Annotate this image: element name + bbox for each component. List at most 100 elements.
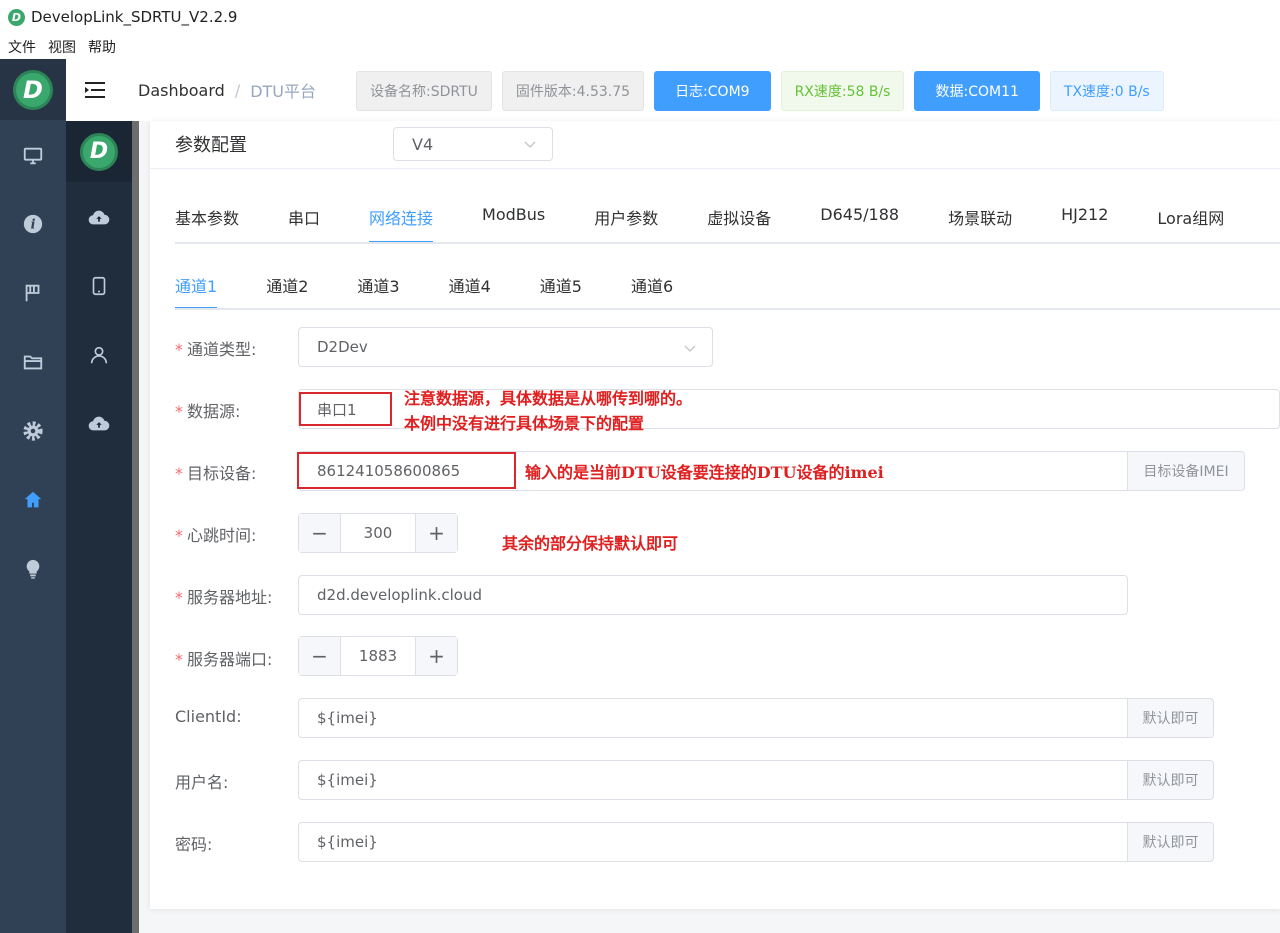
- sidebar-secondary-logo: D: [66, 121, 132, 182]
- server-port-increment-button[interactable]: +: [415, 637, 457, 675]
- server-address-input[interactable]: d2d.developlink.cloud: [298, 575, 1128, 615]
- cloud-upload-icon: [88, 416, 110, 431]
- client-id-append: 默认即可: [1128, 698, 1214, 738]
- firmware-version-tag: 固件版本:4.53.75: [501, 71, 645, 111]
- heartbeat-decrement-button[interactable]: −: [299, 514, 341, 552]
- channel-tabs: 通道1 通道2 通道3 通道4 通道5 通道6: [175, 273, 673, 309]
- flag-icon: [25, 284, 40, 302]
- sidebar-secondary-item-upload[interactable]: [66, 198, 132, 238]
- breadcrumb-home[interactable]: Dashboard: [138, 81, 225, 100]
- tab-channel-5[interactable]: 通道5: [540, 273, 582, 307]
- username-append: 默认即可: [1128, 760, 1214, 800]
- page-title: 参数配置: [175, 135, 247, 156]
- sidebar-item-flag[interactable]: [0, 273, 66, 313]
- menu-view[interactable]: 视图: [48, 37, 76, 57]
- tab-network[interactable]: 网络连接: [369, 205, 434, 243]
- breadcrumb-current: DTU平台: [250, 82, 317, 101]
- highlight-box: [299, 392, 392, 426]
- bulb-icon: [26, 559, 40, 579]
- tab-d645[interactable]: D645/188: [820, 205, 899, 241]
- tab-modbus[interactable]: ModBus: [482, 205, 545, 241]
- client-id-label: ClientId:: [175, 707, 242, 726]
- server-port-decrement-button[interactable]: −: [299, 637, 341, 675]
- sidebar-secondary-item-upload-2[interactable]: [66, 404, 132, 444]
- heartbeat-stepper: − 300 +: [298, 513, 458, 553]
- heartbeat-increment-button[interactable]: +: [415, 514, 457, 552]
- chevron-down-icon: [524, 141, 536, 148]
- channel-type-select[interactable]: D2Dev: [298, 327, 713, 367]
- annotation-rest-default: 其余的部分保持默认即可: [502, 534, 679, 553]
- sidebar-item-monitor[interactable]: [0, 136, 66, 176]
- tab-serial[interactable]: 串口: [288, 205, 320, 241]
- data-port-button[interactable]: 数据:COM11: [914, 71, 1040, 111]
- data-source-label: * 数据源:: [175, 402, 241, 421]
- status-tags: 设备名称:SDRTU 固件版本:4.53.75 日志:COM9 RX速度:58 …: [356, 71, 1164, 111]
- tab-channel-1[interactable]: 通道1: [175, 273, 218, 309]
- home-icon: [24, 491, 42, 508]
- password-value: ${imei}: [317, 833, 378, 851]
- server-address-value: d2d.developlink.cloud: [317, 586, 482, 604]
- tab-channel-3[interactable]: 通道3: [357, 273, 399, 307]
- password-label: 密码:: [175, 835, 213, 854]
- menubar: 文件 视图 帮助: [0, 34, 1280, 59]
- server-address-label: * 服务器地址:: [175, 588, 273, 607]
- client-id-value: ${imei}: [317, 709, 378, 727]
- tab-hj212[interactable]: HJ212: [1061, 205, 1108, 241]
- tab-channel-6[interactable]: 通道6: [631, 273, 673, 307]
- log-port-button[interactable]: 日志:COM9: [654, 71, 771, 111]
- version-select-value: V4: [412, 134, 434, 154]
- app-logo-icon: D: [8, 8, 25, 26]
- cloud-upload-icon: [88, 210, 110, 225]
- tab-channel-4[interactable]: 通道4: [449, 273, 491, 307]
- tab-basic[interactable]: 基本参数: [175, 205, 239, 241]
- annotation-data-source-1: 注意数据源，具体数据是从哪传到哪的。: [404, 389, 693, 408]
- highlight-box: [297, 452, 516, 489]
- heartbeat-value[interactable]: 300: [341, 514, 415, 552]
- sidebar-secondary: D: [66, 121, 132, 933]
- sidebar-logo: D: [0, 59, 66, 120]
- tab-lora[interactable]: Lora组网: [1157, 205, 1224, 241]
- server-port-value[interactable]: 1883: [341, 637, 415, 675]
- channel-type-value: D2Dev: [317, 338, 368, 356]
- sidebar-scroll-strip: [132, 121, 139, 933]
- sidebar-item-folder[interactable]: [0, 342, 66, 382]
- menu-file[interactable]: 文件: [8, 37, 36, 57]
- version-select[interactable]: V4: [393, 127, 553, 161]
- heartbeat-label: * 心跳时间:: [175, 526, 257, 545]
- password-input[interactable]: ${imei}: [298, 822, 1128, 862]
- tabs-divider: [175, 242, 1280, 244]
- logo-icon: D: [13, 69, 53, 110]
- sidebar-item-bulb[interactable]: [0, 549, 66, 589]
- client-id-input[interactable]: ${imei}: [298, 698, 1128, 738]
- primary-tabs: 基本参数 串口 网络连接 ModBus 用户参数 虚拟设备 D645/188 场…: [175, 205, 1224, 243]
- sidebar-item-info[interactable]: i: [0, 204, 66, 244]
- target-device-imei-append: 目标设备IMEI: [1128, 451, 1245, 491]
- monitor-icon: [23, 147, 43, 165]
- channel-type-label: * 通道类型:: [175, 340, 257, 359]
- sidebar-item-settings[interactable]: [0, 411, 66, 451]
- svg-text:i: i: [31, 218, 36, 233]
- annotation-target-device: 输入的是当前DTU设备要连接的DTU设备的imei: [525, 463, 884, 482]
- server-port-stepper: − 1883 +: [298, 636, 458, 676]
- breadcrumb: Dashboard / DTU平台: [138, 78, 316, 102]
- sidebar-item-home[interactable]: [0, 480, 66, 520]
- divider: [150, 168, 1280, 169]
- window-titlebar: D DevelopLink_SDRTU_V2.2.9: [0, 0, 1280, 34]
- tab-channel-2[interactable]: 通道2: [266, 273, 308, 307]
- menu-help[interactable]: 帮助: [88, 37, 116, 57]
- menu-toggle-button[interactable]: [66, 59, 126, 121]
- sidebar-secondary-item-user[interactable]: [66, 335, 132, 375]
- username-value: ${imei}: [317, 771, 378, 789]
- rx-speed-tag: RX速度:58 B/s: [780, 71, 905, 111]
- folder-icon: [23, 355, 43, 370]
- channel-tabs-divider: [175, 308, 1280, 310]
- gear-icon: [23, 421, 43, 441]
- annotation-data-source-2: 本例中没有进行具体场景下的配置: [404, 414, 645, 433]
- tab-user-params[interactable]: 用户参数: [594, 205, 658, 241]
- info-icon: i: [23, 214, 43, 234]
- username-input[interactable]: ${imei}: [298, 760, 1128, 800]
- tab-scene-linkage[interactable]: 场景联动: [948, 205, 1012, 241]
- sidebar-secondary-item-mobile[interactable]: [66, 266, 132, 306]
- tab-virtual-device[interactable]: 虚拟设备: [707, 205, 771, 241]
- target-device-label: * 目标设备:: [175, 464, 257, 483]
